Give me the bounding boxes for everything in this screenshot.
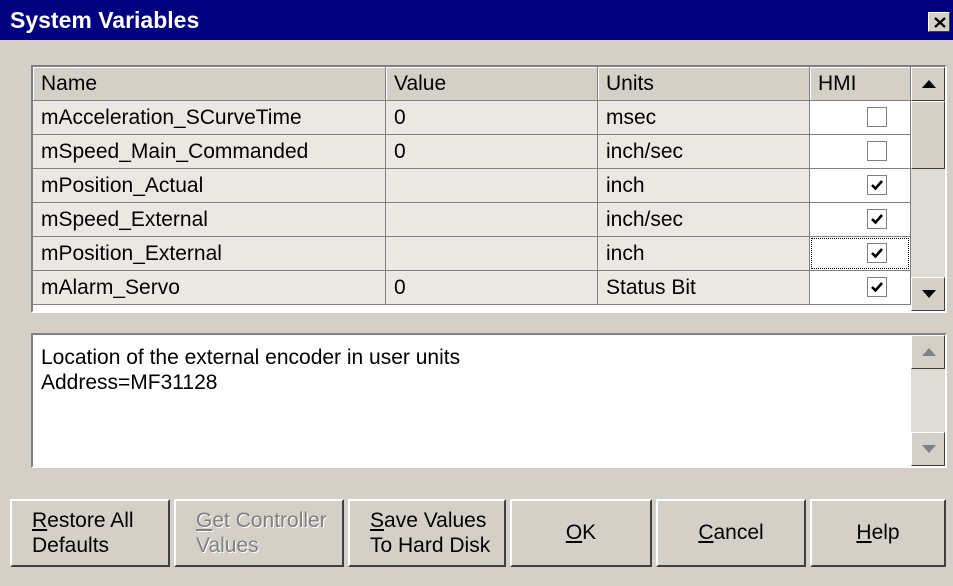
description-scroll-up-button[interactable]	[911, 335, 945, 369]
cell-value[interactable]	[386, 203, 598, 237]
cell-hmi	[810, 203, 911, 237]
cell-units[interactable]: inch/sec	[598, 135, 810, 169]
hmi-checkbox[interactable]	[867, 175, 887, 195]
grid-vertical-scrollbar[interactable]	[911, 67, 945, 311]
cell-name[interactable]: mPosition_Actual	[33, 169, 386, 203]
get-controller-values-button[interactable]: Get Controller Values	[174, 499, 344, 567]
grid-body: Name Value Units HMI mAcceleration_SCurv…	[33, 67, 911, 311]
label-line2: To Hard Disk	[370, 534, 491, 557]
cell-name[interactable]: mPosition_External	[33, 237, 386, 271]
close-button[interactable]	[928, 12, 950, 32]
checkmark-icon	[871, 180, 883, 191]
cell-units[interactable]: inch/sec	[598, 203, 810, 237]
cell-hmi	[810, 169, 911, 203]
cell-hmi	[810, 135, 911, 169]
mnemonic: H	[856, 521, 872, 544]
table-row[interactable]: mPosition_External inch	[33, 237, 911, 271]
label: ave Values	[384, 509, 487, 532]
cell-value[interactable]: 0	[386, 135, 598, 169]
ok-button[interactable]: OK	[510, 499, 652, 567]
cell-name[interactable]: mSpeed_External	[33, 203, 386, 237]
hmi-checkbox[interactable]	[867, 107, 887, 127]
mnemonic: G	[196, 509, 213, 532]
table-row[interactable]: mAlarm_Servo 0 Status Bit	[33, 271, 911, 305]
cell-name[interactable]: mAlarm_Servo	[33, 271, 386, 305]
grid-scroll-thumb[interactable]	[911, 101, 945, 169]
table-row[interactable]: mSpeed_External inch/sec	[33, 203, 911, 237]
scroll-up-arrow-icon	[922, 80, 936, 88]
hmi-checkbox[interactable]	[867, 209, 887, 229]
label: et Controller	[212, 509, 327, 532]
window-title: System Variables	[10, 7, 200, 33]
grid-header-row: Name Value Units HMI	[33, 67, 911, 101]
checkmark-icon	[871, 282, 883, 293]
hmi-checkbox[interactable]	[867, 243, 887, 263]
label-line2: Values	[196, 534, 259, 557]
variables-grid: Name Value Units HMI mAcceleration_SCurv…	[31, 65, 947, 313]
cell-units[interactable]: Status Bit	[598, 271, 810, 305]
focus-rectangle	[811, 238, 909, 269]
scroll-down-arrow-icon	[922, 290, 936, 298]
label: estore All	[47, 509, 134, 532]
mnemonic: C	[698, 521, 714, 544]
cell-value[interactable]	[386, 237, 598, 271]
cell-value[interactable]	[386, 169, 598, 203]
mnemonic: O	[565, 521, 583, 544]
label: ancel	[713, 521, 764, 544]
cell-units[interactable]: msec	[598, 101, 810, 135]
close-icon	[934, 17, 946, 28]
table-row[interactable]: mSpeed_Main_Commanded 0 inch/sec	[33, 135, 911, 169]
system-variables-dialog: System Variables Name Value Units HMI mA…	[0, 0, 953, 586]
table-row[interactable]: mPosition_Actual inch	[33, 169, 911, 203]
scroll-up-arrow-icon	[922, 348, 936, 356]
grid-scroll-up-button[interactable]	[911, 67, 945, 101]
checkmark-icon	[871, 248, 883, 259]
help-button[interactable]: Help	[810, 499, 946, 567]
cell-units[interactable]: inch	[598, 237, 810, 271]
hmi-checkbox[interactable]	[867, 141, 887, 161]
mnemonic: R	[32, 509, 48, 532]
cell-hmi	[810, 101, 911, 135]
description-line: Address=MF31128	[41, 371, 218, 394]
grid-scroll-down-button[interactable]	[911, 277, 945, 311]
cancel-button[interactable]: Cancel	[656, 499, 806, 567]
label: elp	[871, 521, 900, 544]
hmi-checkbox[interactable]	[867, 277, 887, 297]
description-box: Location of the external encoder in user…	[31, 333, 947, 468]
cell-value[interactable]: 0	[386, 271, 598, 305]
label-line2: Defaults	[32, 534, 110, 557]
scroll-down-arrow-icon	[922, 445, 936, 453]
cell-value[interactable]: 0	[386, 101, 598, 135]
cell-units[interactable]: inch	[598, 169, 810, 203]
column-header-units[interactable]: Units	[598, 67, 810, 101]
description-line: Location of the external encoder in user…	[41, 346, 461, 369]
table-row[interactable]: mAcceleration_SCurveTime 0 msec	[33, 101, 911, 135]
column-header-value[interactable]: Value	[386, 67, 598, 101]
mnemonic: S	[370, 509, 385, 532]
description-scroll-down-button[interactable]	[911, 432, 945, 466]
cell-name[interactable]: mAcceleration_SCurveTime	[33, 101, 386, 135]
cell-hmi-focused	[810, 237, 911, 271]
description-vertical-scrollbar[interactable]	[911, 335, 945, 466]
checkmark-icon	[871, 214, 883, 225]
restore-all-defaults-button[interactable]: Restore All Defaults	[10, 499, 170, 567]
column-header-hmi[interactable]: HMI	[810, 67, 911, 101]
label: K	[582, 521, 597, 544]
cell-hmi	[810, 271, 911, 305]
save-values-button[interactable]: Save Values To Hard Disk	[348, 499, 506, 567]
title-bar: System Variables	[0, 0, 953, 40]
cell-name[interactable]: mSpeed_Main_Commanded	[33, 135, 386, 169]
description-text: Location of the external encoder in user…	[41, 345, 460, 395]
column-header-name[interactable]: Name	[33, 67, 386, 101]
